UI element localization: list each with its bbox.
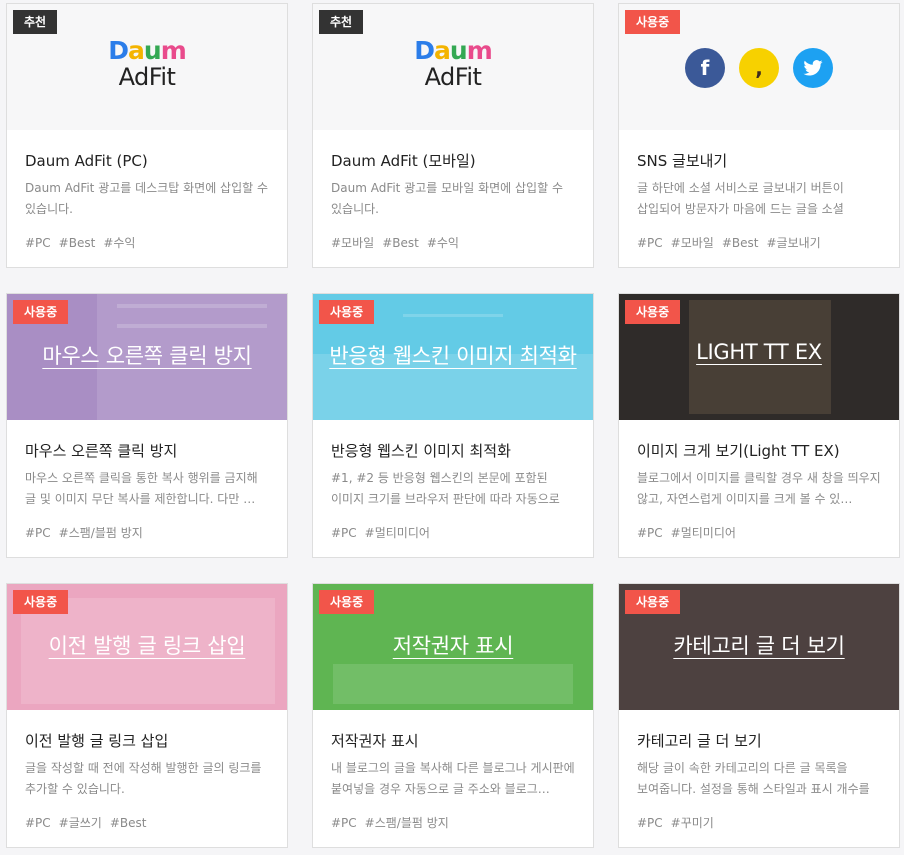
in-use-badge: 사용중	[13, 590, 69, 614]
plugin-card-adfit-mobile[interactable]: Daum AdFit 추천 Daum AdFit (모바일) Daum AdFi…	[312, 3, 594, 268]
tag[interactable]: #멀티미디어	[365, 526, 430, 540]
tag[interactable]: #수익	[103, 236, 135, 250]
plugin-description: #1, #2 등 반응형 웹스킨의 본문에 포함된 이미지 크기를 브라우저 판…	[331, 471, 560, 506]
plugin-card-prev-post-link[interactable]: 이전 발행 글 링크 삽입 사용중 이전 발행 글 링크 삽입 글을 작성할 때…	[6, 583, 288, 848]
plugin-card-right-click-block[interactable]: 마우스 오른쪽 클릭 방지 사용중 마우스 오른쪽 클릭 방지 마우스 오른쪽 …	[6, 293, 288, 558]
plugin-title: 반응형 웹스킨 이미지 최적화	[331, 442, 511, 460]
facebook-icon: f	[685, 48, 725, 88]
tag[interactable]: #PC	[25, 526, 51, 540]
in-use-badge: 사용중	[625, 10, 681, 34]
in-use-badge: 사용중	[625, 300, 681, 324]
plugin-description: 블로그에서 이미지를 클릭할 경우 새 창을 띄우지 않고, 자연스럽게 이미지…	[637, 471, 881, 506]
plugin-description: Daum AdFit 광고를 데스크탑 화면에 삽입할 수 있습니다.	[25, 181, 269, 216]
plugin-card-copyright[interactable]: 저작권자 표시 사용중 저작권자 표시 내 블로그의 글을 복사해 다른 블로그…	[312, 583, 594, 848]
tag[interactable]: #Best	[110, 816, 147, 830]
twitter-icon	[793, 48, 833, 88]
plugin-card-responsive-image[interactable]: 반응형 웹스킨 이미지 최적화 사용중 반응형 웹스킨 이미지 최적화 #1, …	[312, 293, 594, 558]
tag[interactable]: #글쓰기	[59, 816, 102, 830]
plugin-tags: #PC #스팸/블펌 방지	[331, 814, 575, 831]
plugin-title: SNS 글보내기	[637, 152, 728, 170]
plugin-thumbnail: 마우스 오른쪽 클릭 방지 사용중	[7, 294, 287, 420]
plugin-title: 마우스 오른쪽 클릭 방지	[25, 442, 178, 460]
tag[interactable]: #모바일	[331, 236, 374, 250]
tag[interactable]: #Best	[59, 236, 96, 250]
banner-title: 저작권자 표시	[392, 634, 514, 658]
plugin-thumbnail: 카테고리 글 더 보기 사용중	[619, 584, 899, 710]
plugin-card-category-more[interactable]: 카테고리 글 더 보기 사용중 카테고리 글 더 보기 해당 글이 속한 카테고…	[618, 583, 900, 848]
tag[interactable]: #PC	[331, 816, 357, 830]
plugin-title: 이전 발행 글 링크 삽입	[25, 732, 169, 750]
plugin-tags: #PC #멀티미디어	[331, 524, 575, 541]
tag[interactable]: #멀티미디어	[671, 526, 736, 540]
plugin-description: 내 블로그의 글을 복사해 다른 블로그나 게시판에 붙여넣을 경우 자동으로 …	[331, 761, 575, 796]
banner-title: 마우스 오른쪽 클릭 방지	[42, 344, 252, 368]
daum-adfit-logo: Daum AdFit	[108, 36, 187, 91]
plugin-description: Daum AdFit 광고를 모바일 화면에 삽입할 수 있습니다.	[331, 181, 563, 216]
plugin-description: 글 하단에 소셜 서비스로 글보내기 버튼이 삽입되어 방문자가 마음에 드는 …	[637, 181, 844, 216]
plugin-thumbnail: 저작권자 표시 사용중	[313, 584, 593, 710]
recommended-badge: 추천	[13, 10, 58, 34]
tag[interactable]: #PC	[637, 526, 663, 540]
banner-title: 반응형 웹스킨 이미지 최적화	[329, 344, 577, 368]
daum-adfit-logo: Daum AdFit	[414, 36, 493, 91]
plugin-title: 저작권자 표시	[331, 732, 419, 750]
plugin-thumbnail: 반응형 웹스킨 이미지 최적화 사용중	[313, 294, 593, 420]
in-use-badge: 사용중	[13, 300, 69, 324]
plugin-tags: #PC #Best #수익	[25, 234, 269, 251]
in-use-badge: 사용중	[319, 300, 375, 324]
plugin-title: 이미지 크게 보기(Light TT EX)	[637, 442, 840, 460]
plugin-description: 해당 글이 속한 카테고리의 다른 글 목록을 보여줍니다. 설정을 통해 스타…	[637, 761, 870, 796]
tag[interactable]: #PC	[25, 236, 51, 250]
tag[interactable]: #Best	[722, 236, 759, 250]
tag[interactable]: #수익	[427, 236, 459, 250]
plugin-tags: #PC #모바일 #Best #글보내기	[637, 234, 881, 251]
plugin-tags: #PC #글쓰기 #Best	[25, 814, 269, 831]
plugin-title: Daum AdFit (모바일)	[331, 152, 476, 170]
plugin-grid: Daum AdFit 추천 Daum AdFit (PC) Daum AdFit…	[0, 0, 904, 855]
plugin-thumbnail: Daum AdFit 추천	[313, 4, 593, 130]
tag[interactable]: #스팸/블펌 방지	[365, 816, 449, 830]
tag[interactable]: #Best	[382, 236, 419, 250]
tag[interactable]: #글보내기	[767, 236, 821, 250]
plugin-card-adfit-pc[interactable]: Daum AdFit 추천 Daum AdFit (PC) Daum AdFit…	[6, 3, 288, 268]
plugin-thumbnail: Daum AdFit 추천	[7, 4, 287, 130]
banner-title: 이전 발행 글 링크 삽입	[48, 634, 246, 658]
kakaostory-icon: ,	[739, 48, 779, 88]
banner-title: 카테고리 글 더 보기	[673, 634, 845, 658]
tag[interactable]: #꾸미기	[671, 816, 714, 830]
plugin-tags: #PC #스팸/블펌 방지	[25, 524, 269, 541]
in-use-badge: 사용중	[319, 590, 375, 614]
tag[interactable]: #스팸/블펌 방지	[59, 526, 143, 540]
tag[interactable]: #PC	[637, 236, 663, 250]
plugin-card-light-tt-ex[interactable]: LIGHT TT EX 사용중 이미지 크게 보기(Light TT EX) 블…	[618, 293, 900, 558]
plugin-thumbnail: LIGHT TT EX 사용중	[619, 294, 899, 420]
plugin-tags: #PC #꾸미기	[637, 814, 881, 831]
recommended-badge: 추천	[319, 10, 364, 34]
plugin-title: 카테고리 글 더 보기	[637, 732, 762, 750]
plugin-card-sns-share[interactable]: f , 사용중 SNS 글보내기 글 하단에 소셜 서비스로 글보내기 버튼이 …	[618, 3, 900, 268]
plugin-title: Daum AdFit (PC)	[25, 152, 148, 170]
tag[interactable]: #모바일	[671, 236, 714, 250]
tag[interactable]: #PC	[637, 816, 663, 830]
plugin-thumbnail: f , 사용중	[619, 4, 899, 130]
plugin-thumbnail: 이전 발행 글 링크 삽입 사용중	[7, 584, 287, 710]
tag[interactable]: #PC	[25, 816, 51, 830]
tag[interactable]: #PC	[331, 526, 357, 540]
plugin-tags: #PC #멀티미디어	[637, 524, 881, 541]
plugin-description: 글을 작성할 때 전에 작성해 발행한 글의 링크를 추가할 수 있습니다.	[25, 761, 262, 796]
plugin-tags: #모바일 #Best #수익	[331, 234, 575, 251]
plugin-description: 마우스 오른쪽 클릭을 통한 복사 행위를 금지해 글 및 이미지 무단 복사를…	[25, 471, 258, 506]
banner-title: LIGHT TT EX	[696, 340, 822, 364]
in-use-badge: 사용중	[625, 590, 681, 614]
